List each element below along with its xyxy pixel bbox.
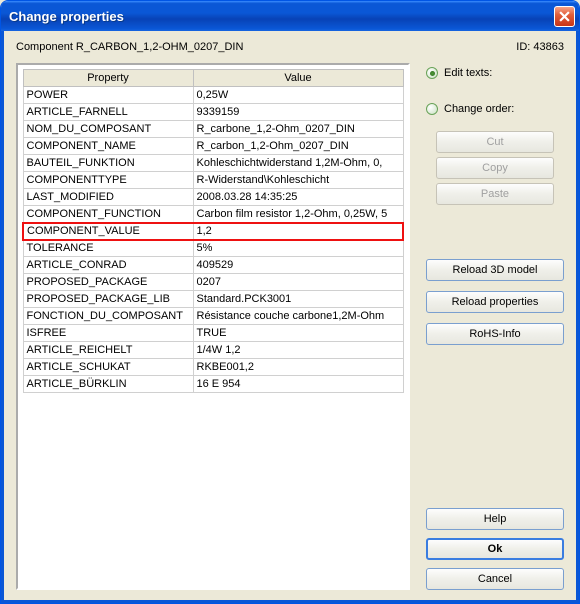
value-cell[interactable]: 16 E 954 xyxy=(193,376,403,393)
value-cell[interactable]: 5% xyxy=(193,240,403,257)
edit-texts-radio-row[interactable]: Edit texts: xyxy=(426,67,564,79)
properties-table: Property Value POWER0,25WARTICLE_FARNELL… xyxy=(22,69,404,393)
table-row[interactable]: BAUTEIL_FUNKTIONKohleschichtwiderstand 1… xyxy=(23,155,403,172)
table-row[interactable]: ARTICLE_FARNELL9339159 xyxy=(23,104,403,121)
table-row[interactable]: COMPONENT_NAMER_carbon_1,2-Ohm_0207_DIN xyxy=(23,138,403,155)
property-cell[interactable]: NOM_DU_COMPOSANT xyxy=(23,121,193,138)
property-cell[interactable]: LAST_MODIFIED xyxy=(23,189,193,206)
titlebar[interactable]: Change properties xyxy=(1,1,579,31)
value-cell[interactable]: Standard.PCK3001 xyxy=(193,291,403,308)
table-row[interactable]: LAST_MODIFIED2008.03.28 14:35:25 xyxy=(23,189,403,206)
property-cell[interactable]: ISFREE xyxy=(23,325,193,342)
edit-texts-label: Edit texts: xyxy=(444,67,492,79)
col-header-value[interactable]: Value xyxy=(193,70,403,87)
ok-button[interactable]: Ok xyxy=(426,538,564,560)
value-cell[interactable]: Kohleschichtwiderstand 1,2M-Ohm, 0, xyxy=(193,155,403,172)
rohs-info-button[interactable]: RoHS-Info xyxy=(426,323,564,345)
property-cell[interactable]: COMPONENT_NAME xyxy=(23,138,193,155)
client-area: Component R_CARBON_1,2-OHM_0207_DIN ID: … xyxy=(1,31,579,603)
value-cell[interactable]: R_carbon_1,2-Ohm_0207_DIN xyxy=(193,138,403,155)
value-cell[interactable]: Carbon film resistor 1,2-Ohm, 0,25W, 5 xyxy=(193,206,403,223)
value-cell[interactable]: 409529 xyxy=(193,257,403,274)
table-row[interactable]: COMPONENTTYPER-Widerstand\Kohleschicht xyxy=(23,172,403,189)
table-row[interactable]: PROPOSED_PACKAGE_LIBStandard.PCK3001 xyxy=(23,291,403,308)
radio-icon xyxy=(426,67,438,79)
table-row[interactable]: NOM_DU_COMPOSANTR_carbone_1,2-Ohm_0207_D… xyxy=(23,121,403,138)
table-row[interactable]: COMPONENT_FUNCTIONCarbon film resistor 1… xyxy=(23,206,403,223)
window-title: Change properties xyxy=(9,9,554,24)
help-button[interactable]: Help xyxy=(426,508,564,530)
property-cell[interactable]: COMPONENTTYPE xyxy=(23,172,193,189)
property-cell[interactable]: ARTICLE_BÜRKLIN xyxy=(23,376,193,393)
value-cell[interactable]: 2008.03.28 14:35:25 xyxy=(193,189,403,206)
property-cell[interactable]: PROPOSED_PACKAGE xyxy=(23,274,193,291)
table-row[interactable]: FONCTION_DU_COMPOSANTRésistance couche c… xyxy=(23,308,403,325)
copy-button: Copy xyxy=(436,157,554,179)
value-cell[interactable]: 0,25W xyxy=(193,87,403,104)
table-row[interactable]: PROPOSED_PACKAGE0207 xyxy=(23,274,403,291)
paste-button: Paste xyxy=(436,183,554,205)
property-cell[interactable]: COMPONENT_FUNCTION xyxy=(23,206,193,223)
header-row: Component R_CARBON_1,2-OHM_0207_DIN ID: … xyxy=(16,41,564,53)
property-cell[interactable]: POWER xyxy=(23,87,193,104)
table-row[interactable]: ARTICLE_SCHUKATRKBE001,2 xyxy=(23,359,403,376)
reload-3d-model-button[interactable]: Reload 3D model xyxy=(426,259,564,281)
reload-properties-button[interactable]: Reload properties xyxy=(426,291,564,313)
property-cell[interactable]: TOLERANCE xyxy=(23,240,193,257)
value-cell[interactable]: TRUE xyxy=(193,325,403,342)
property-cell[interactable]: PROPOSED_PACKAGE_LIB xyxy=(23,291,193,308)
property-cell[interactable]: BAUTEIL_FUNKTION xyxy=(23,155,193,172)
table-row[interactable]: ISFREETRUE xyxy=(23,325,403,342)
value-cell[interactable]: R-Widerstand\Kohleschicht xyxy=(193,172,403,189)
table-row[interactable]: ARTICLE_BÜRKLIN16 E 954 xyxy=(23,376,403,393)
radio-icon xyxy=(426,103,438,115)
table-row[interactable]: COMPONENT_VALUE1,2 xyxy=(23,223,403,240)
property-cell[interactable]: ARTICLE_FARNELL xyxy=(23,104,193,121)
property-cell[interactable]: ARTICLE_CONRAD xyxy=(23,257,193,274)
table-row[interactable]: ARTICLE_REICHELT1/4W 1,2 xyxy=(23,342,403,359)
value-cell[interactable]: 0207 xyxy=(193,274,403,291)
table-row[interactable]: TOLERANCE5% xyxy=(23,240,403,257)
table-row[interactable]: ARTICLE_CONRAD409529 xyxy=(23,257,403,274)
col-header-property[interactable]: Property xyxy=(23,70,193,87)
property-cell[interactable]: FONCTION_DU_COMPOSANT xyxy=(23,308,193,325)
change-properties-window: Change properties Component R_CARBON_1,2… xyxy=(0,0,580,604)
id-label: ID: 43863 xyxy=(516,41,564,53)
side-panel: Edit texts: Change order: Cut Copy Paste… xyxy=(426,63,564,590)
value-cell[interactable]: 1/4W 1,2 xyxy=(193,342,403,359)
cut-button: Cut xyxy=(436,131,554,153)
value-cell[interactable]: Résistance couche carbone1,2M-Ohm xyxy=(193,308,403,325)
value-cell[interactable]: 1,2 xyxy=(193,223,403,240)
table-row[interactable]: POWER0,25W xyxy=(23,87,403,104)
cancel-button[interactable]: Cancel xyxy=(426,568,564,590)
change-order-radio-row[interactable]: Change order: xyxy=(426,103,564,115)
properties-grid[interactable]: Property Value POWER0,25WARTICLE_FARNELL… xyxy=(16,63,410,590)
value-cell[interactable]: R_carbone_1,2-Ohm_0207_DIN xyxy=(193,121,403,138)
value-cell[interactable]: 9339159 xyxy=(193,104,403,121)
property-cell[interactable]: ARTICLE_SCHUKAT xyxy=(23,359,193,376)
property-cell[interactable]: COMPONENT_VALUE xyxy=(23,223,193,240)
change-order-label: Change order: xyxy=(444,103,514,115)
close-button[interactable] xyxy=(554,6,575,27)
component-label: Component R_CARBON_1,2-OHM_0207_DIN xyxy=(16,41,243,53)
close-icon xyxy=(559,11,570,22)
property-cell[interactable]: ARTICLE_REICHELT xyxy=(23,342,193,359)
value-cell[interactable]: RKBE001,2 xyxy=(193,359,403,376)
